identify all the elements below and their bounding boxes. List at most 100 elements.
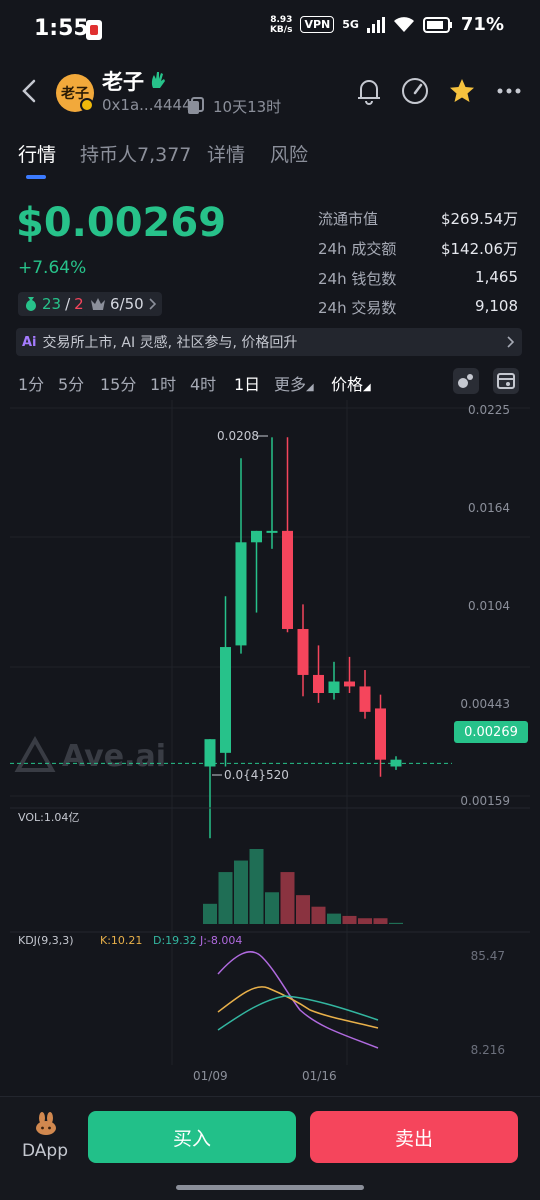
volume-bar — [265, 892, 279, 924]
candle-body — [297, 628, 309, 675]
y-tick-label: 0.0104 — [468, 599, 510, 613]
candle-body — [328, 681, 340, 694]
y-tick-label: 0.0225 — [468, 403, 510, 417]
tf-5m[interactable]: 5分 — [58, 371, 84, 395]
volume-bar — [389, 922, 403, 924]
active-tab-indicator — [26, 175, 46, 179]
kdj-tick-low: 8.216 — [471, 1043, 505, 1057]
candle-body — [344, 681, 355, 687]
token-name: 老子 — [102, 70, 144, 94]
notification-icon — [86, 20, 102, 40]
price-mode-toggle[interactable]: 价格◢ — [331, 371, 371, 395]
wallets-24h-value: 1,465 — [475, 268, 518, 286]
indicator-icon[interactable] — [453, 368, 479, 394]
hand-wave-icon — [151, 72, 165, 88]
status-bar: 1:55 8.93 KB/s VPN 5G 71% — [0, 0, 540, 60]
buy-button[interactable]: 买入 — [88, 1111, 296, 1163]
volume-bar — [358, 918, 372, 924]
volume-bars — [203, 849, 403, 924]
tf-4h[interactable]: 4时 — [190, 371, 216, 395]
volume-bar — [280, 872, 295, 924]
tf-15m[interactable]: 15分 — [100, 371, 136, 395]
network-label: 5G — [342, 18, 359, 31]
x-tick-2: 01/16 — [302, 1069, 337, 1083]
chain-badge-icon — [80, 98, 94, 112]
signal-icon — [366, 16, 385, 33]
candle-body — [375, 708, 386, 760]
candle-body — [251, 530, 262, 543]
candle-body — [235, 542, 247, 646]
volume-24h-value: $142.06万 — [440, 240, 518, 258]
volume-bar — [218, 872, 233, 924]
kdj-k-value: K:10.21 — [100, 934, 142, 947]
y-axis-ticks: 0.0225 0.0164 0.0104 0.00443 0.00159 — [460, 403, 510, 808]
tab-details[interactable]: 详情 — [207, 140, 245, 167]
token-age: 10天13时 — [213, 98, 282, 116]
price-change: +7.64% — [18, 258, 87, 278]
y-tick-label: 0.00443 — [460, 697, 510, 711]
volume-bar — [249, 849, 264, 924]
kdj-j-line — [217, 951, 379, 1049]
low-label: 0.0{4}520 — [224, 768, 289, 782]
back-arrow-icon[interactable] — [18, 78, 42, 104]
volume-bar — [373, 918, 388, 924]
chevron-right-icon — [149, 298, 156, 310]
kdj-j-value: J:-8.004 — [199, 934, 242, 947]
volume-label: VOL:1.04亿 — [18, 811, 79, 824]
tab-holders[interactable]: 持币人7,377 — [80, 140, 191, 167]
chart-settings-icon[interactable] — [493, 368, 519, 394]
candle-body — [220, 647, 231, 753]
y-tick-label: 0.00159 — [460, 794, 510, 808]
high-label: 0.0208 — [217, 429, 259, 443]
current-price-tag: 0.00269 — [454, 721, 528, 743]
ai-icon: Ai — [22, 334, 37, 350]
tf-more[interactable]: 更多◢ — [274, 371, 314, 395]
more-icon[interactable] — [494, 76, 524, 106]
volume-bar — [234, 860, 248, 924]
wifi-icon — [393, 16, 414, 32]
gauge-icon[interactable] — [400, 76, 430, 106]
home-indicator[interactable] — [176, 1185, 364, 1190]
copy-icon[interactable] — [187, 97, 205, 115]
tab-risk[interactable]: 风险 — [270, 140, 308, 167]
current-price: $0.00269 — [16, 200, 227, 246]
battery-icon — [422, 16, 452, 33]
bell-icon[interactable] — [354, 76, 384, 106]
money-bag-icon — [26, 297, 36, 311]
market-cap-value: $269.54万 — [440, 210, 518, 228]
vpn-badge: VPN — [300, 16, 335, 33]
token-address: 0x1a...4444 — [102, 96, 192, 114]
market-cap-label: 流通市值 — [318, 210, 379, 228]
kdj-d-line — [217, 995, 379, 1031]
wallets-24h-label: 24h 钱包数 — [318, 270, 397, 288]
price-chart[interactable]: Ave.ai 0.02250.01640.01040.004430.00159 … — [0, 395, 540, 1095]
tf-1m[interactable]: 1分 — [18, 371, 44, 395]
kdj-d-value: D:19.32 — [153, 934, 197, 947]
kdj-tick-high: 85.47 — [471, 949, 505, 963]
candle-body — [204, 739, 216, 767]
status-indicators: 8.93 KB/s VPN 5G 71% — [270, 14, 504, 35]
tf-1d[interactable]: 1日 — [234, 371, 260, 395]
candle-body — [390, 759, 402, 767]
watermark-text: Ave.ai — [62, 739, 166, 774]
trades-24h-label: 24h 交易数 — [318, 299, 397, 317]
volume-bar — [311, 906, 326, 924]
ai-summary-banner[interactable]: Ai 交易所上市, AI 灵感, 社区参与, 价格回升 — [16, 328, 522, 356]
volume-bar — [296, 895, 310, 924]
tab-market[interactable]: 行情 — [18, 140, 56, 167]
star-icon[interactable] — [447, 76, 477, 106]
candle-body — [266, 530, 278, 533]
dapp-label[interactable]: DApp — [22, 1141, 68, 1161]
tf-1h[interactable]: 1时 — [150, 371, 176, 395]
y-tick-label: 0.0164 — [468, 501, 510, 515]
x-tick-1: 01/09 — [193, 1069, 228, 1083]
sell-button[interactable]: 卖出 — [310, 1111, 518, 1163]
battery-percent: 71% — [460, 14, 504, 35]
volume-bar — [342, 915, 357, 924]
rank-badge[interactable]: 6/50 — [84, 292, 162, 316]
dapp-bunny-icon[interactable] — [34, 1112, 58, 1136]
ai-summary-text: 交易所上市, AI 灵感, 社区参与, 价格回升 — [42, 335, 298, 351]
candle-body — [282, 530, 293, 629]
chevron-right-icon — [507, 336, 514, 348]
status-time: 1:55 — [34, 16, 89, 41]
